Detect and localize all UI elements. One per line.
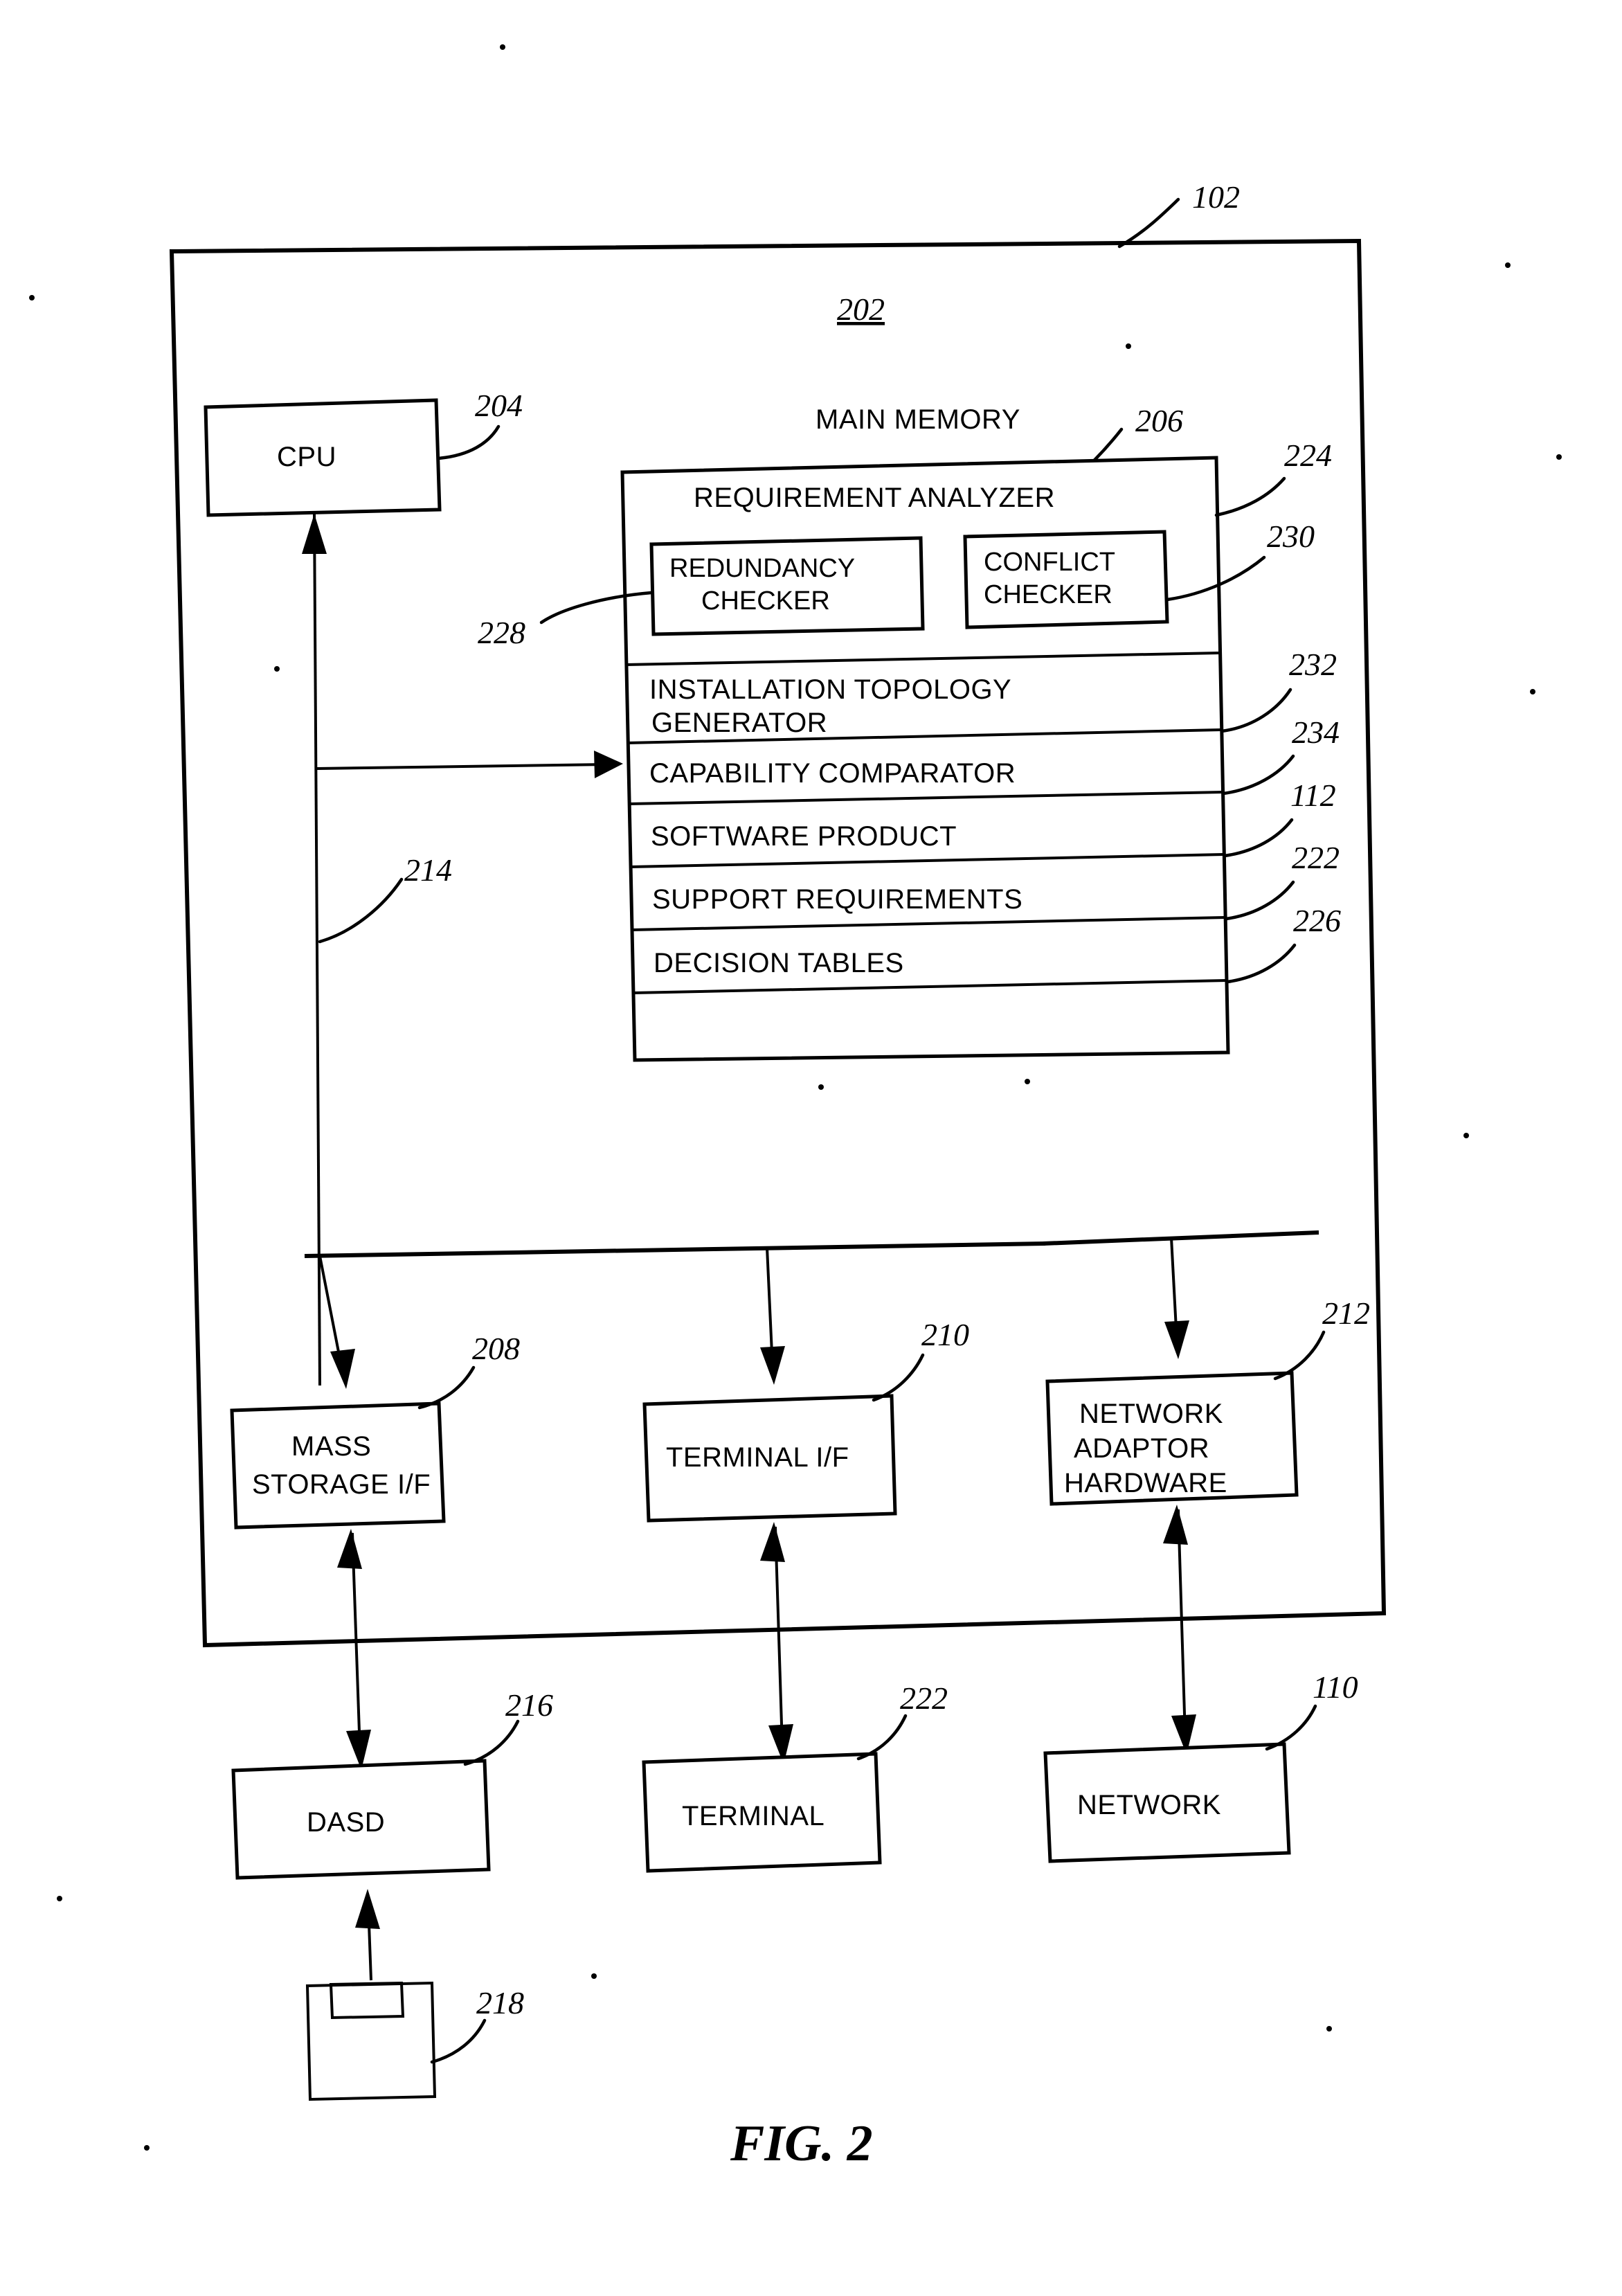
ref-218: 218 xyxy=(430,1985,524,2064)
ref-label-218: 218 xyxy=(476,1985,524,2020)
ref-label-210: 210 xyxy=(921,1317,969,1352)
ref-label-112: 112 xyxy=(1290,778,1336,813)
ref-label-202: 202 xyxy=(837,292,885,327)
ref-label-216: 216 xyxy=(505,1687,553,1723)
ref-210: 210 xyxy=(872,1317,969,1402)
ref-216: 216 xyxy=(463,1687,553,1766)
network-label: NETWORK xyxy=(1077,1790,1221,1820)
terminal-box: TERMINAL xyxy=(642,1752,882,1873)
ref-204: 204 xyxy=(436,388,523,460)
ref-label-234: 234 xyxy=(1292,715,1340,750)
redundancy-checker-label-line2: CHECKER xyxy=(701,586,830,616)
ref-212: 212 xyxy=(1273,1295,1370,1381)
ref-214: 214 xyxy=(318,852,452,944)
bus-drop-network xyxy=(1164,1237,1189,1359)
link-terminal-if-terminal xyxy=(760,1522,793,1764)
main-memory-title: MAIN MEMORY xyxy=(815,404,1020,435)
cpu-box: CPU xyxy=(204,398,442,517)
link-mass-storage-dasd xyxy=(337,1529,371,1770)
ref-224: 224 xyxy=(1214,438,1332,517)
ref-label-232: 232 xyxy=(1289,647,1337,682)
ref-label-110: 110 xyxy=(1313,1669,1358,1705)
ref-110: 110 xyxy=(1265,1669,1358,1751)
mass-storage-if-label-line1: MASS xyxy=(291,1431,371,1462)
ref-208: 208 xyxy=(417,1331,520,1410)
ref-label-228: 228 xyxy=(478,615,525,650)
ref-label-102: 102 xyxy=(1192,179,1240,215)
link-network-adaptor-network xyxy=(1163,1505,1196,1755)
bus-arrowhead-up-cpu xyxy=(302,514,327,554)
ref-label-230: 230 xyxy=(1267,519,1315,554)
network-adaptor-hardware-box: NETWORK ADAPTOR HARDWARE xyxy=(1045,1371,1299,1506)
link-floppy-to-dasd xyxy=(355,1889,380,1981)
ref-label-204: 204 xyxy=(475,388,523,423)
ref-label-214: 214 xyxy=(404,852,452,888)
conflict-checker-label-line1: CONFLICT xyxy=(984,548,1115,577)
terminal-label: TERMINAL xyxy=(682,1801,824,1831)
memory-row-label-1-line1: CAPABILITY COMPARATOR xyxy=(649,758,1016,789)
dasd-label: DASD xyxy=(307,1807,385,1838)
floppy-disk-icon xyxy=(305,1981,437,2101)
requirement-analyzer-label: REQUIREMENT ANALYZER xyxy=(694,483,1055,513)
ref-102: 102 xyxy=(1117,179,1240,249)
patent-figure-2: 102 202 CPU 204 MAIN MEMORY 206 REQUIREM… xyxy=(0,0,1622,2296)
figure-caption: FIG. 2 xyxy=(730,2115,873,2172)
bus-arrowhead-memory xyxy=(594,751,623,778)
memory-row-label-2-line1: SOFTWARE PRODUCT xyxy=(651,821,957,852)
conflict-checker-box: CONFLICT CHECKER xyxy=(963,530,1169,629)
bus-drop-terminal xyxy=(760,1247,785,1385)
ref-label-222-memory: 222 xyxy=(1292,840,1340,875)
dasd-box: DASD xyxy=(231,1759,491,1880)
network-adaptor-label-line2: ADAPTOR xyxy=(1074,1433,1209,1464)
redundancy-checker-label-line1: REDUNDANCY xyxy=(669,554,855,583)
redundancy-checker-box: REDUNDANCY CHECKER xyxy=(649,536,925,636)
network-adaptor-label-line1: NETWORK xyxy=(1079,1399,1223,1429)
network-box: NETWORK xyxy=(1043,1742,1291,1863)
mass-storage-if-box: MASS STORAGE I/F xyxy=(230,1401,446,1530)
terminal-if-label: TERMINAL I/F xyxy=(666,1442,849,1473)
ref-label-224: 224 xyxy=(1284,438,1332,473)
ref-label-208: 208 xyxy=(472,1331,520,1366)
ref-222-terminal: 222 xyxy=(856,1680,948,1761)
terminal-if-box: TERMINAL I/F xyxy=(642,1394,897,1523)
memory-row-label-0-line1: INSTALLATION TOPOLOGY xyxy=(649,674,1011,705)
ref-label-226: 226 xyxy=(1293,903,1341,938)
network-adaptor-label-line3: HARDWARE xyxy=(1064,1468,1227,1498)
ref-label-222-terminal: 222 xyxy=(900,1680,948,1716)
memory-row-label-0-line2: GENERATOR xyxy=(651,708,827,738)
conflict-checker-label-line2: CHECKER xyxy=(984,580,1112,609)
ref-label-212: 212 xyxy=(1322,1295,1370,1331)
memory-row-label-3-line1: SUPPORT REQUIREMENTS xyxy=(652,884,1022,915)
memory-row-label-4-line1: DECISION TABLES xyxy=(654,948,904,978)
bus-drop-mass-storage xyxy=(318,1255,355,1389)
cpu-label: CPU xyxy=(277,442,336,472)
ref-label-206: 206 xyxy=(1135,403,1183,438)
mass-storage-if-label-line2: STORAGE I/F xyxy=(252,1469,431,1500)
